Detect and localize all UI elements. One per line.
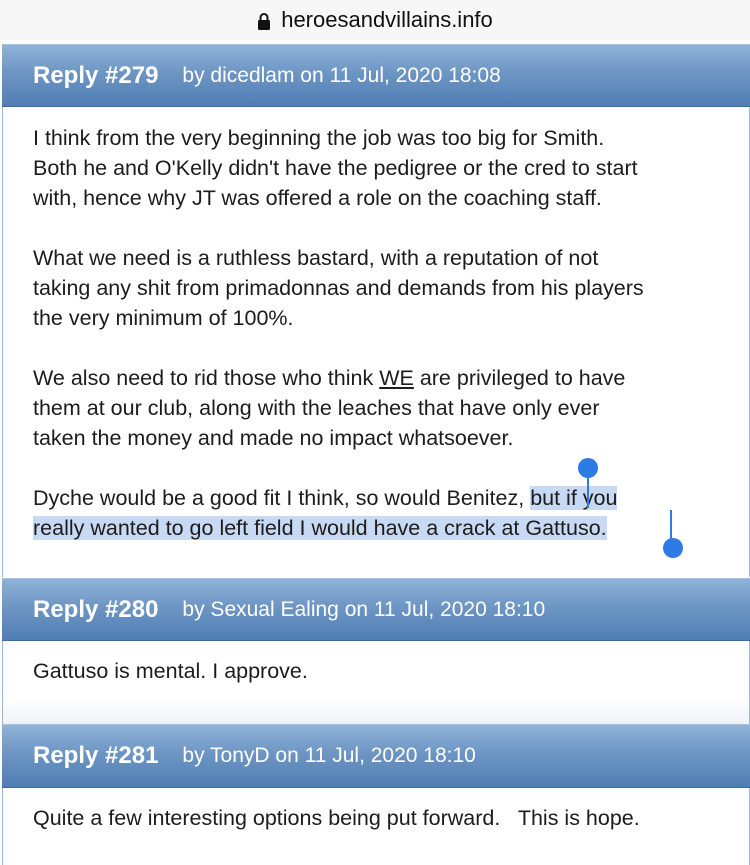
- paragraph: Quite a few interesting options being pu…: [33, 806, 640, 830]
- post-meta: by Sexual Ealing on 11 Jul, 2020 18:10: [182, 597, 546, 621]
- lock-icon: [258, 13, 271, 30]
- selected-text[interactable]: really wanted to go left field I would h…: [33, 516, 607, 540]
- selected-text[interactable]: but if you: [530, 486, 618, 510]
- post-meta: by dicedlam on 11 Jul, 2020 18:08: [182, 63, 501, 87]
- underlined-word: WE: [379, 366, 414, 390]
- selection-start-caret: [587, 474, 589, 508]
- post-body-280: Gattuso is mental. I approve.: [2, 641, 750, 724]
- reply-number[interactable]: Reply #281: [33, 742, 158, 770]
- post-header-281: Reply #281 by TonyD on 11 Jul, 2020 18:1…: [2, 724, 750, 788]
- post-meta: by TonyD on 11 Jul, 2020 18:10: [182, 744, 476, 767]
- domain-text: heroesandvillains.info: [281, 7, 493, 32]
- paragraph: Dyche would be a good fit I think, so wo…: [33, 486, 618, 540]
- paragraph: What we need is a ruthless bastard, with…: [33, 246, 644, 330]
- post-body-279: I think from the very beginning the job …: [2, 107, 750, 577]
- post-body-281: Quite a few interesting options being pu…: [2, 788, 750, 865]
- post-header-279: Reply #279 by dicedlam on 11 Jul, 2020 1…: [2, 44, 750, 107]
- selection-end-handle[interactable]: [663, 538, 683, 558]
- paragraph: We also need to rid those who think WE a…: [33, 366, 626, 450]
- selection-end-caret: [670, 510, 672, 540]
- reply-number[interactable]: Reply #280: [33, 596, 158, 624]
- address-bar[interactable]: heroesandvillains.info: [0, 0, 750, 40]
- post-header-280: Reply #280 by Sexual Ealing on 11 Jul, 2…: [2, 578, 750, 641]
- reply-number[interactable]: Reply #279: [33, 62, 158, 90]
- paragraph: Gattuso is mental. I approve.: [33, 659, 308, 683]
- paragraph: I think from the very beginning the job …: [33, 126, 638, 210]
